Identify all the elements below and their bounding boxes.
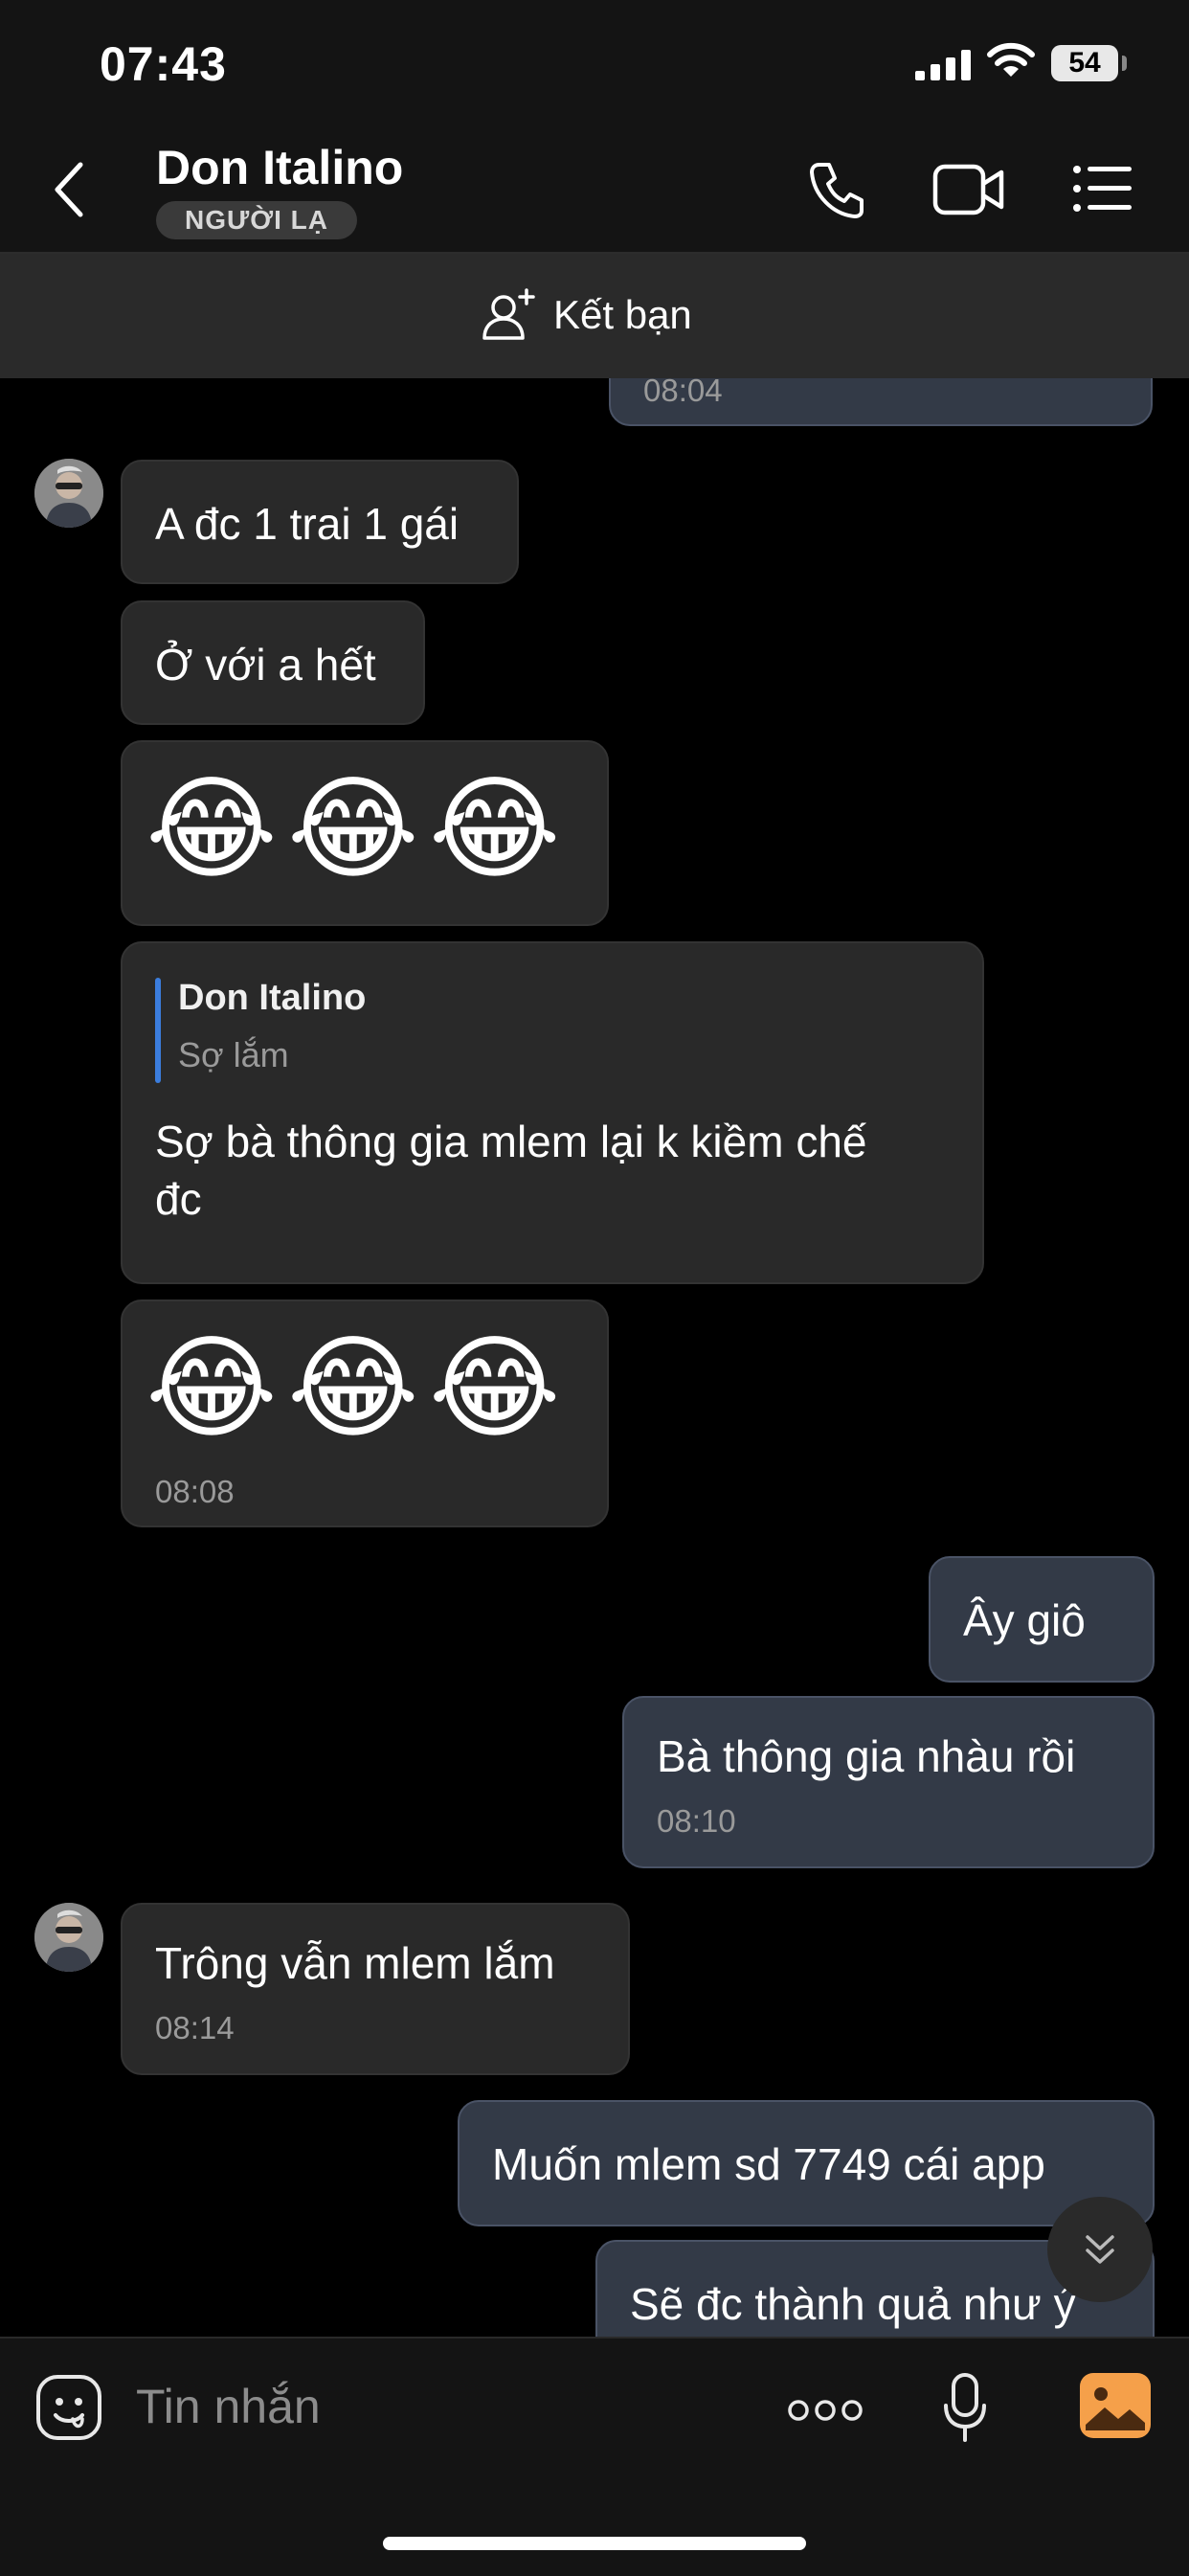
emoji-message: 😂😂😂 <box>146 766 571 893</box>
emoji-message: 😂😂😂 <box>146 1325 571 1452</box>
microphone-icon[interactable] <box>940 2371 990 2444</box>
message-bubble-incoming[interactable]: 😂😂😂 08:08 <box>121 1299 609 1527</box>
status-time: 07:43 <box>100 37 227 91</box>
add-friend-bar[interactable]: Kết bạn <box>0 254 1189 378</box>
more-icon[interactable] <box>787 2396 864 2425</box>
message-bubble-incoming[interactable]: Trông vẫn mlem lắm 08:14 <box>121 1903 630 2075</box>
message-time: 08:10 <box>657 1803 736 1839</box>
battery-icon: 54 <box>1051 45 1118 81</box>
message-text: Ở với a hết <box>155 640 376 689</box>
message-time: 08:08 <box>155 1474 235 1509</box>
message-bubble-outgoing[interactable]: 08:04 <box>609 378 1153 426</box>
status-bar: 07:43 54 <box>0 0 1189 130</box>
battery-tip <box>1122 56 1127 71</box>
avatar[interactable] <box>34 1903 103 1972</box>
message-text: Trông vẫn mlem lắm <box>155 1938 555 1988</box>
quoted-sender: Don Italino <box>178 978 367 1018</box>
signal-icon <box>915 50 971 80</box>
chevron-left-icon[interactable] <box>50 159 88 220</box>
double-chevron-down-icon <box>1086 2235 1114 2264</box>
message-bubble-incoming[interactable]: Ở với a hết <box>121 600 425 725</box>
avatar[interactable] <box>34 459 103 528</box>
wifi-icon <box>987 42 1035 77</box>
message-bubble-incoming[interactable]: A đc 1 trai 1 gái <box>121 460 519 584</box>
message-bubble-outgoing[interactable]: Ây giô <box>929 1556 1155 1683</box>
message-text-line: Sợ bà thông gia mlem lại k kiềm chế <box>155 1117 867 1166</box>
message-time: 08:04 <box>643 378 723 408</box>
add-person-icon <box>482 288 535 340</box>
message-bubble-outgoing[interactable]: Bà thông gia nhàu rồi 08:10 <box>622 1696 1155 1868</box>
stranger-badge: NGƯỜI LẠ <box>156 201 357 239</box>
home-indicator[interactable] <box>383 2537 806 2550</box>
scroll-to-bottom-button[interactable] <box>1047 2197 1153 2302</box>
quote-bar <box>155 978 161 1083</box>
contact-name[interactable]: Don Italino <box>156 140 403 195</box>
sticker-icon[interactable] <box>34 2373 103 2442</box>
video-camera-icon[interactable] <box>932 163 1005 216</box>
message-input[interactable]: Tin nhắn <box>136 2379 321 2434</box>
message-text: A đc 1 trai 1 gái <box>155 499 460 549</box>
phone-icon[interactable] <box>806 159 867 220</box>
message-text: Muốn mlem sd 7749 cái app <box>492 2139 1045 2189</box>
message-text: Sẽ đc thành quả như ý <box>630 2279 1076 2329</box>
image-icon[interactable] <box>1080 2373 1151 2438</box>
message-bubble-incoming-reply[interactable]: Don Italino Sợ lắm Sợ bà thông gia mlem … <box>121 941 984 1284</box>
message-time: 08:14 <box>155 2010 235 2045</box>
message-list[interactable]: 08:04 A đc 1 trai 1 gái Ở với a hết 😂😂😂 … <box>0 378 1189 2337</box>
list-icon[interactable] <box>1072 165 1133 213</box>
message-bubble-incoming[interactable]: 😂😂😂 <box>121 740 609 926</box>
message-text: Ây giô <box>963 1595 1086 1645</box>
message-text: Bà thông gia nhàu rồi <box>657 1731 1076 1781</box>
add-friend-label: Kết bạn <box>553 292 692 337</box>
chat-header: Don Italino NGƯỜI LẠ <box>0 130 1189 254</box>
message-text-line: đc <box>155 1174 202 1224</box>
quoted-text: Sợ lắm <box>178 1035 289 1074</box>
